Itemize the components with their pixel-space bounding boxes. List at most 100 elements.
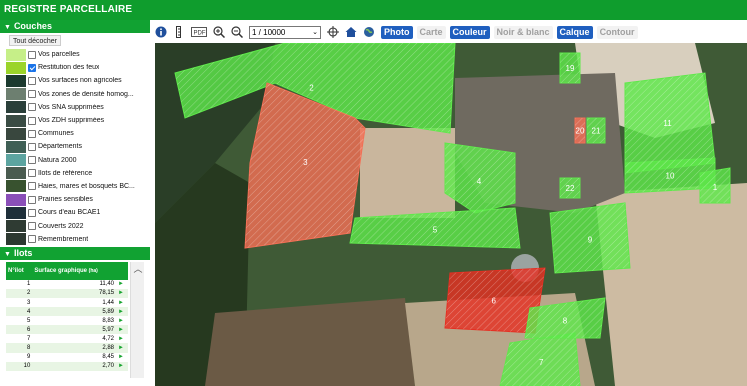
layer-swatch-icon (6, 101, 26, 114)
layer-item[interactable]: Haies, mares et bosquets BC... (0, 180, 150, 193)
layer-checkbox[interactable] (28, 103, 36, 112)
ilot-number: 6 (6, 325, 33, 335)
globe-icon[interactable] (363, 26, 375, 38)
carte-button[interactable]: Carte (416, 25, 446, 39)
layer-checkbox[interactable] (28, 129, 36, 138)
layer-checkbox[interactable] (28, 208, 36, 217)
scroll-up-icon[interactable]: ︿ (131, 262, 145, 276)
scale-select[interactable]: 1 / 10000 ⌄ (249, 25, 321, 39)
go-to-plot-icon[interactable]: ► (116, 316, 128, 325)
layer-label: Vos SNA supprimées (38, 103, 104, 111)
go-to-plot-icon[interactable]: ► (116, 288, 128, 298)
layer-label: Ilots de référence (38, 169, 93, 177)
ilots-table: N°ilot Surface graphique (ha) 1 11,40 ► 27… (6, 261, 128, 371)
layer-item[interactable]: Cours d'eau BCAE1 (0, 206, 150, 219)
table-row[interactable]: 4 5,89 ► (6, 307, 128, 317)
go-to-plot-icon[interactable]: ► (116, 334, 128, 343)
layer-item[interactable]: Ilots de référence (0, 167, 150, 180)
table-row[interactable]: 5 8,83 ► (6, 316, 128, 325)
layer-swatch-icon (6, 61, 26, 74)
layer-item[interactable]: Vos SNA supprimées (0, 101, 150, 114)
map-canvas[interactable]: 1 2 3 4 5 6 7 8 9 10 11 19 20 21 22 (155, 43, 747, 386)
table-row[interactable]: 2 78,15 ► (6, 288, 128, 298)
layer-checkbox[interactable] (28, 169, 36, 178)
go-to-plot-icon[interactable]: ► (116, 353, 128, 362)
ilot-surface: 1,44 (102, 299, 115, 306)
table-row[interactable]: 9 8,45 ► (6, 353, 128, 362)
layers-panel-header[interactable]: ▼ Couches (0, 20, 150, 33)
table-row[interactable]: 7 4,72 ► (6, 334, 128, 343)
table-row[interactable]: 8 2,88 ► (6, 343, 128, 353)
calque-button[interactable]: Calque (556, 25, 593, 39)
ilot-number: 5 (26, 317, 31, 324)
layer-item[interactable]: Départements (0, 140, 150, 153)
home-icon[interactable] (345, 26, 357, 38)
go-to-plot-icon[interactable]: ► (116, 325, 128, 335)
left-panel: ▼ Couches Tout décocher Vos parcelles Res… (0, 20, 150, 386)
layer-item[interactable]: Vos zones de densité homog... (0, 88, 150, 101)
ilot-number: 2 (6, 288, 33, 298)
svg-text:PDF: PDF (194, 31, 206, 37)
col-header-unit: (ha) (88, 267, 98, 274)
print-pdf-icon[interactable]: PDF (191, 26, 207, 38)
go-to-plot-icon[interactable]: ► (116, 361, 128, 371)
layer-item[interactable]: Prairies sensibles (0, 193, 150, 206)
table-row[interactable]: 1 11,40 ► (6, 280, 128, 289)
layer-checkbox[interactable] (28, 50, 36, 59)
layer-item[interactable]: Vos ZDH supprimées (0, 114, 150, 127)
couleur-button[interactable]: Couleur (449, 25, 490, 39)
go-to-plot-icon[interactable]: ► (116, 298, 128, 307)
plot-label: 10 (666, 172, 675, 181)
collapse-triangle-icon[interactable]: ▼ (4, 24, 11, 31)
go-to-plot-icon[interactable]: ► (116, 343, 128, 353)
layer-label: Vos parcelles (38, 51, 80, 59)
layer-checkbox[interactable] (28, 116, 36, 125)
col-header-ilot[interactable]: N°ilot (6, 261, 33, 280)
layer-item[interactable]: Couverts 2022 (0, 219, 150, 233)
photo-button[interactable]: Photo (381, 25, 413, 39)
layer-item[interactable]: Restitution des feux (0, 61, 150, 74)
ilots-panel-header[interactable]: ▼ Ilots (0, 246, 150, 260)
layer-checkbox[interactable] (28, 63, 36, 72)
layer-checkbox[interactable] (28, 235, 36, 244)
layer-item[interactable]: Vos parcelles (0, 48, 150, 61)
ilot-number: 8 (6, 343, 33, 353)
zoom-out-icon[interactable] (231, 26, 243, 38)
ruler-icon[interactable] (173, 26, 185, 38)
uncheck-all-button[interactable]: Tout décocher (9, 35, 61, 46)
layer-checkbox[interactable] (28, 76, 36, 85)
table-row[interactable]: 6 5,97 ► (6, 325, 128, 335)
layer-label: Vos zones de densité homog... (38, 90, 134, 98)
collapse-triangle-icon[interactable]: ▼ (4, 251, 11, 258)
layer-checkbox[interactable] (28, 156, 36, 165)
layer-item[interactable]: Remembrement (0, 233, 150, 246)
table-row[interactable]: 10 2,70 ► (6, 361, 128, 371)
layer-checkbox[interactable] (28, 142, 36, 151)
table-row[interactable]: 3 1,44 ► (6, 298, 128, 307)
map-view[interactable]: 1 2 3 4 5 6 7 8 9 10 11 19 20 21 22 (155, 43, 747, 386)
layer-swatch-icon (6, 127, 26, 140)
layer-item[interactable]: Natura 2000 (0, 154, 150, 167)
layer-label: Natura 2000 (38, 156, 77, 164)
plot-label: 4 (477, 177, 482, 186)
layer-checkbox[interactable] (28, 90, 36, 99)
layer-swatch-icon (6, 180, 26, 193)
layer-checkbox[interactable] (28, 195, 36, 204)
layer-item[interactable]: Vos surfaces non agricoles (0, 74, 150, 87)
layer-label: Restitution des feux (38, 64, 100, 72)
ilots-panel-title: Ilots (13, 247, 33, 258)
layer-swatch-icon (6, 88, 26, 101)
col-header-surface[interactable]: Surface graphique (ha) (32, 261, 128, 280)
contour-button[interactable]: Contour (596, 25, 638, 39)
layer-checkbox[interactable] (28, 222, 36, 231)
info-icon[interactable] (155, 26, 167, 38)
go-to-plot-icon[interactable]: ► (116, 280, 128, 289)
noir-blanc-button[interactable]: Noir & blanc (493, 25, 553, 39)
layer-item[interactable]: Communes (0, 127, 150, 140)
zoom-in-icon[interactable] (213, 26, 225, 38)
go-to-plot-icon[interactable]: ► (116, 307, 128, 317)
crosshair-icon[interactable] (327, 26, 339, 38)
layer-checkbox[interactable] (28, 182, 36, 191)
plot-label: 7 (539, 358, 544, 367)
ilots-scrollbar[interactable]: ︿ (130, 261, 145, 378)
